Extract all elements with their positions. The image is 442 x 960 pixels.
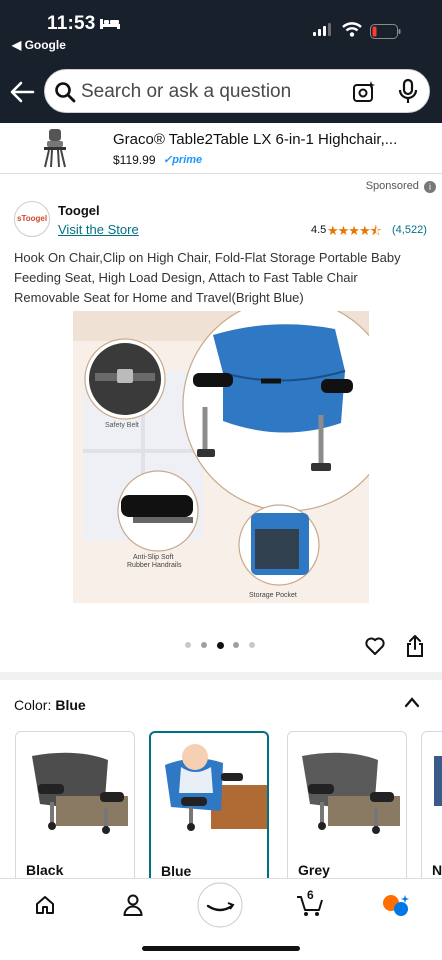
color-option-partial-label: N [432, 862, 442, 878]
section-divider [0, 672, 442, 680]
status-time: 11:53 [47, 13, 96, 34]
color-selector-label: Color: Blue [14, 697, 86, 713]
amazon-logo-button[interactable] [197, 882, 243, 928]
selected-color: Blue [55, 697, 86, 713]
color-option-blue[interactable]: Blue [149, 731, 269, 891]
color-option-black[interactable]: Black [15, 731, 135, 891]
heart-icon[interactable] [365, 636, 385, 656]
brand-logo[interactable]: sToogel [14, 201, 50, 237]
callout-handrails-line1: Anti-Slip Soft [133, 554, 174, 561]
visit-store-link[interactable]: Visit the Store [58, 222, 139, 237]
account-icon[interactable] [122, 893, 144, 917]
sponsored-ad-banner[interactable]: Graco® Table2Table LX 6-in-1 Highchair,.… [0, 123, 442, 174]
cart-count-badge: 6 [307, 888, 314, 902]
brand-name: Toogel [58, 203, 100, 218]
rating-value: 4.5 [311, 224, 327, 236]
share-icon[interactable] [406, 635, 424, 657]
back-to-google-link[interactable]: ◀ Google [12, 38, 66, 52]
highchair-thumbnail [44, 129, 66, 168]
search-icon[interactable] [54, 81, 76, 103]
color-option-grey-label: Grey [298, 862, 330, 878]
image-carousel-dots[interactable] [185, 642, 265, 650]
signal-icon [313, 23, 331, 36]
battery-icon [370, 24, 401, 39]
carousel-dot[interactable] [217, 642, 224, 649]
search-bar[interactable] [44, 69, 430, 113]
product-image[interactable]: Safety Belt Anti-Slip Soft Rubber Handra… [73, 311, 369, 603]
color-option-blue-label: Blue [161, 863, 192, 879]
header: 11:53 ◀ Google [0, 0, 442, 123]
home-indicator [142, 946, 300, 951]
camera-search-icon[interactable] [352, 80, 376, 104]
back-arrow-icon[interactable] [9, 80, 35, 104]
rating-stars[interactable]: ★★★★⯪ [327, 222, 382, 244]
swatch-image-black [32, 752, 128, 834]
brand-logo-text: sToogel [17, 214, 48, 223]
sponsored-text: Sponsored [365, 180, 419, 192]
color-option-black-label: Black [26, 862, 64, 878]
prime-badge: ✓prime [163, 154, 203, 166]
carousel-dot[interactable] [201, 642, 207, 648]
color-option-partial[interactable]: N [421, 731, 442, 891]
chevron-up-icon[interactable] [404, 696, 420, 708]
home-icon[interactable] [34, 894, 56, 916]
screen: 11:53 ◀ Google Graco® Table2Table LX 6-i… [0, 0, 442, 960]
swatch-image-partial [434, 756, 442, 806]
carousel-dot[interactable] [233, 642, 239, 648]
ad-product-title[interactable]: Graco® Table2Table LX 6-in-1 Highchair,.… [113, 131, 397, 148]
callout-safety-belt: Safety Belt [105, 422, 139, 429]
wifi-icon [342, 22, 362, 37]
color-label-text: Color: [14, 697, 52, 713]
rufus-assistant-icon[interactable] [381, 893, 411, 917]
swatch-image-blue [165, 744, 267, 831]
info-icon[interactable]: i [424, 181, 436, 193]
callout-handrails-line2: Rubber Handrails [127, 562, 182, 569]
callout-storage-pocket: Storage Pocket [249, 592, 297, 599]
swatch-image-grey [302, 752, 400, 834]
microphone-icon[interactable] [397, 78, 419, 106]
product-title: Hook On Chair,Clip on High Chair, Fold-F… [14, 250, 401, 305]
sleep-icon [100, 19, 120, 29]
carousel-dot[interactable] [185, 642, 191, 648]
carousel-dot[interactable] [249, 642, 255, 648]
sponsored-label[interactable]: Sponsored i [366, 180, 436, 193]
status-bar: 11:53 ◀ Google [0, 0, 442, 60]
ad-price: $119.99 [113, 153, 156, 167]
review-count-link[interactable]: (4,522) [392, 224, 427, 236]
color-option-grey[interactable]: Grey [287, 731, 407, 891]
search-input[interactable] [81, 78, 331, 106]
